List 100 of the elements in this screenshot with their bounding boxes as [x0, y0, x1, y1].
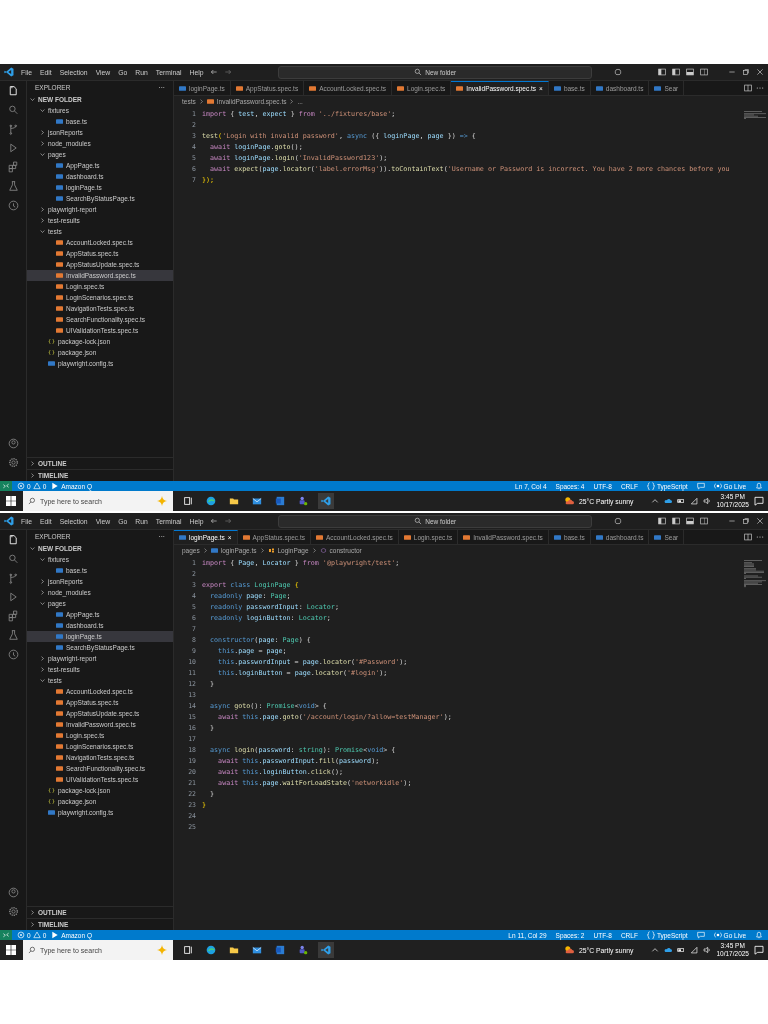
restore-icon[interactable]	[742, 68, 750, 76]
settings-icon[interactable]	[6, 905, 20, 918]
chevron-icon	[40, 590, 45, 595]
chevron-icon	[40, 141, 45, 146]
notification-icon[interactable]	[754, 496, 764, 506]
chevron-icon	[198, 99, 204, 104]
windows-start-icon[interactable]	[6, 945, 16, 955]
cloud-icon[interactable]	[664, 946, 673, 954]
file-icon	[315, 534, 323, 540]
document-app-icon[interactable]	[275, 496, 285, 506]
search-icon	[414, 68, 423, 76]
layout-icon[interactable]	[658, 517, 666, 525]
search-icon[interactable]	[6, 104, 20, 117]
warning-icon	[32, 931, 41, 939]
search-icon	[414, 517, 423, 525]
weather-icon[interactable]	[563, 945, 574, 955]
chevron-up-icon[interactable]	[651, 946, 660, 954]
layout-icon[interactable]	[672, 517, 680, 525]
mail-icon[interactable]	[252, 945, 262, 955]
document-app-icon[interactable]	[275, 945, 285, 955]
layout-icon[interactable]	[658, 68, 666, 76]
sparkle-icon	[156, 495, 168, 507]
file-icon	[179, 85, 186, 91]
folder-icon[interactable]	[229, 496, 239, 506]
split-editor-icon[interactable]	[744, 533, 752, 541]
close-icon[interactable]	[756, 68, 764, 76]
file-icon	[397, 85, 405, 91]
extensions-icon[interactable]	[6, 610, 20, 623]
branch-icon[interactable]	[6, 572, 20, 585]
chevron-icon	[40, 557, 45, 562]
bell-icon[interactable]	[755, 482, 763, 490]
extensions-icon[interactable]	[6, 161, 20, 174]
remote-icon	[2, 931, 10, 939]
split-editor-icon[interactable]	[744, 84, 752, 92]
battery-icon[interactable]	[677, 946, 686, 954]
settings-icon[interactable]	[6, 456, 20, 469]
flask-icon[interactable]	[6, 180, 20, 193]
chevron-icon	[30, 546, 35, 551]
chat-app-icon[interactable]	[298, 945, 308, 955]
battery-icon[interactable]	[677, 497, 686, 505]
broadcast-icon	[713, 482, 722, 490]
code-editor-logo-icon	[4, 67, 14, 77]
code-editor-logo-icon[interactable]	[321, 945, 331, 955]
file-icon	[595, 85, 603, 91]
back-arrow-icon[interactable]	[210, 68, 219, 76]
code-editor-logo-icon[interactable]	[321, 496, 331, 506]
file-icon	[48, 810, 55, 815]
file-icon	[235, 85, 243, 91]
chevron-icon	[40, 152, 45, 157]
file-icon	[553, 85, 561, 91]
close-icon[interactable]	[756, 517, 764, 525]
weather-icon[interactable]	[563, 496, 574, 506]
task-view-icon[interactable]	[183, 945, 193, 955]
browser-icon[interactable]	[206, 496, 216, 506]
cloud-icon[interactable]	[664, 497, 673, 505]
layout-icon[interactable]	[686, 68, 694, 76]
file-icon	[56, 119, 63, 124]
volume-icon[interactable]	[703, 946, 712, 954]
back-arrow-icon[interactable]	[210, 517, 219, 525]
account-icon[interactable]	[6, 437, 20, 450]
error-icon	[17, 931, 25, 939]
layout-icon[interactable]	[686, 517, 694, 525]
bell-icon[interactable]	[755, 931, 763, 939]
search-icon[interactable]	[6, 553, 20, 566]
notification-icon[interactable]	[754, 945, 764, 955]
chevron-icon	[40, 130, 45, 135]
file-icon	[553, 534, 561, 540]
browser-icon[interactable]	[206, 945, 216, 955]
chevron-icon	[30, 922, 35, 927]
chat-app-icon[interactable]	[298, 496, 308, 506]
clock-icon[interactable]	[6, 199, 20, 212]
file-icon	[179, 535, 186, 540]
folder-icon[interactable]	[229, 945, 239, 955]
account-icon[interactable]	[6, 886, 20, 899]
minimap-drawing	[744, 560, 766, 590]
braces-icon	[48, 350, 55, 355]
chevron-icon	[30, 473, 35, 478]
layout-icon[interactable]	[700, 517, 708, 525]
volume-icon[interactable]	[703, 497, 712, 505]
network-icon[interactable]	[690, 497, 699, 505]
chevron-up-icon[interactable]	[651, 497, 660, 505]
restore-icon[interactable]	[742, 517, 750, 525]
branch-icon[interactable]	[6, 123, 20, 136]
task-view-icon[interactable]	[183, 496, 193, 506]
more-icon[interactable]	[756, 533, 764, 541]
network-icon[interactable]	[690, 946, 699, 954]
flask-icon[interactable]	[6, 629, 20, 642]
file-icon	[48, 361, 55, 366]
windows-start-icon[interactable]	[6, 496, 16, 506]
layout-icon[interactable]	[672, 68, 680, 76]
chevron-icon	[30, 461, 35, 466]
file-icon	[654, 534, 662, 540]
mail-icon[interactable]	[252, 496, 262, 506]
file-icon	[403, 534, 411, 540]
layout-icon[interactable]	[700, 68, 708, 76]
more-icon[interactable]	[756, 84, 764, 92]
chevron-icon	[311, 548, 317, 553]
file-icon	[309, 85, 317, 91]
clock-icon[interactable]	[6, 648, 20, 661]
cube-icon	[319, 548, 327, 553]
